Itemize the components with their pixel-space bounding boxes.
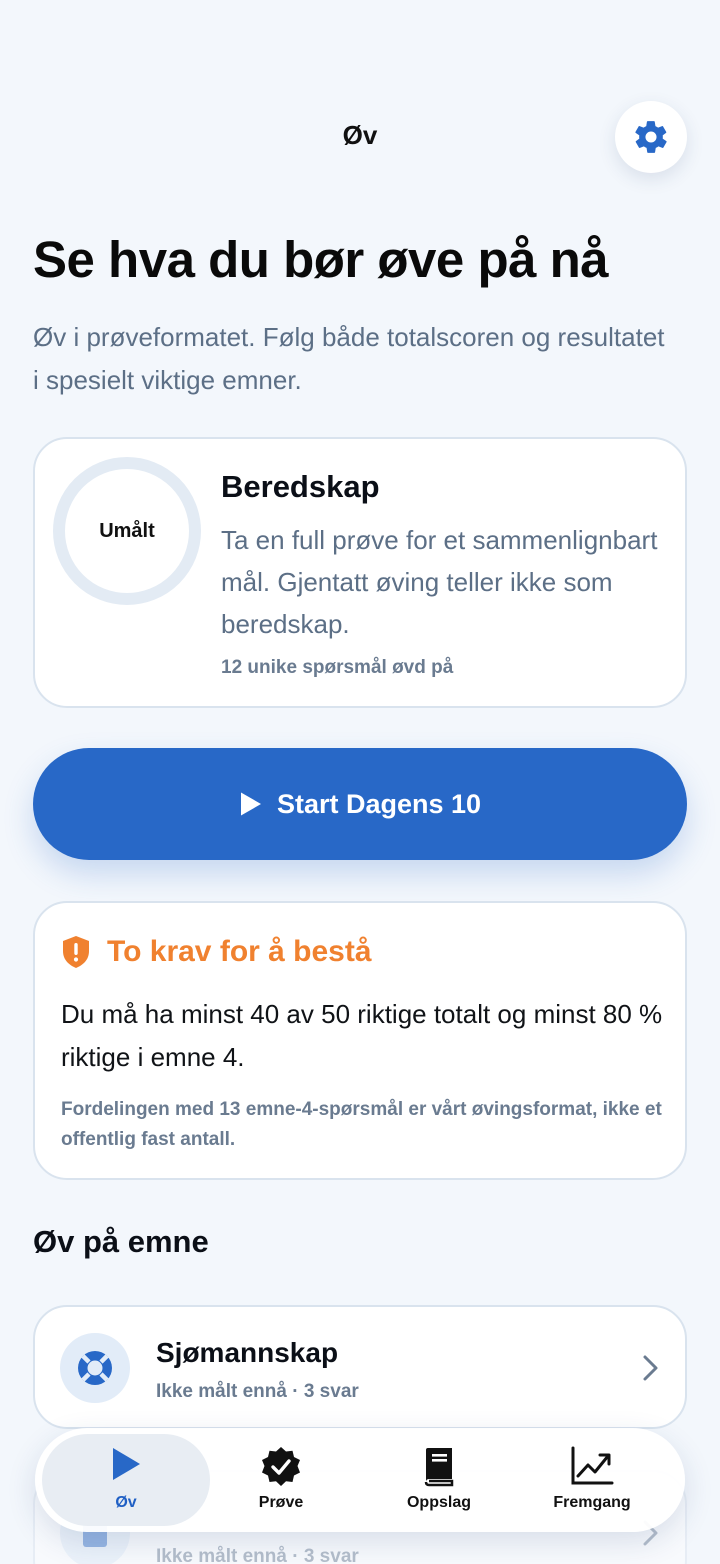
bottom-tab-bar: Øv Prøve Oppslag Fremgang bbox=[35, 1428, 685, 1532]
chevron-right-icon bbox=[643, 1355, 658, 1381]
pass-requirements-card: To krav for å bestå Du må ha minst 40 av… bbox=[33, 901, 687, 1180]
topic-title: Sjømannskap bbox=[156, 1337, 339, 1368]
readiness-description: Ta en full prøve for et sammenlignbart m… bbox=[221, 525, 658, 639]
requirements-note: Fordelingen med 13 emne-4-spørsmål er vå… bbox=[61, 1099, 662, 1150]
topic-meta: Ikke målt ennå · 3 svar bbox=[156, 1381, 359, 1402]
readiness-ring-label: Umålt bbox=[99, 519, 155, 542]
readiness-ring: Umålt bbox=[53, 457, 201, 605]
book-icon bbox=[424, 1448, 454, 1487]
readiness-card[interactable]: Umålt Beredskap Ta en full prøve for et … bbox=[33, 437, 687, 708]
tab-exam[interactable]: Prøve bbox=[197, 1434, 365, 1526]
badge-check-icon bbox=[262, 1447, 300, 1486]
tab-label: Øv bbox=[115, 1494, 137, 1511]
tab-label: Oppslag bbox=[406, 1494, 471, 1511]
topics-section-title: Øv på emne bbox=[33, 1224, 209, 1259]
requirements-header: To krav for å bestå bbox=[61, 935, 372, 969]
nav-title: Øv bbox=[342, 120, 378, 150]
readiness-title: Beredskap bbox=[221, 469, 380, 504]
tab-lookup[interactable]: Oppslag bbox=[355, 1434, 523, 1526]
practice-screen: Øv Se hva du bør øve på nå Øv i prøvefor… bbox=[0, 0, 720, 1564]
tab-progress[interactable]: Fremgang bbox=[508, 1434, 676, 1526]
play-icon bbox=[240, 792, 261, 816]
lifebuoy-icon bbox=[78, 1351, 112, 1385]
start-daily-10-button[interactable]: Start Dagens 10 bbox=[33, 748, 687, 860]
topic-icon-badge bbox=[60, 1333, 130, 1403]
chart-line-icon bbox=[571, 1446, 614, 1485]
requirements-title: To krav for å bestå bbox=[107, 935, 372, 968]
topic-meta: Ikke målt ennå · 3 svar bbox=[156, 1546, 359, 1564]
topic-row-seamanship[interactable]: Sjømannskap Ikke målt ennå · 3 svar bbox=[33, 1305, 687, 1429]
requirements-text: Du må ha minst 40 av 50 riktige totalt o… bbox=[61, 999, 663, 1072]
play-icon bbox=[113, 1448, 140, 1480]
tab-label: Fremgang bbox=[553, 1494, 631, 1511]
tab-practice[interactable]: Øv bbox=[42, 1434, 210, 1526]
settings-button[interactable] bbox=[615, 101, 687, 173]
gear-icon bbox=[635, 121, 667, 153]
page-subhead: Øv i prøveformatet. Følg både totalscore… bbox=[33, 322, 665, 395]
shield-alert-icon bbox=[63, 936, 89, 968]
page-headline: Se hva du bør øve på nå bbox=[33, 231, 609, 288]
tab-label: Prøve bbox=[258, 1494, 304, 1511]
start-button-label: Start Dagens 10 bbox=[276, 788, 482, 819]
readiness-meta: 12 unike spørsmål øvd på bbox=[221, 657, 454, 678]
